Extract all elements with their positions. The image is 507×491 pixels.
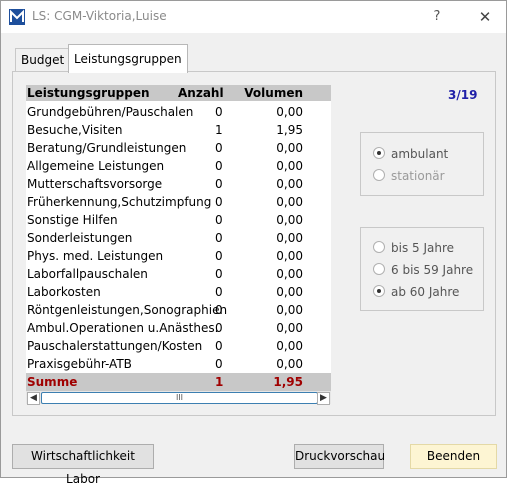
scroll-left-icon[interactable]: ◀: [27, 392, 40, 405]
row-count: 0: [215, 249, 223, 263]
row-name: Mutterschaftsvorsorge: [27, 177, 163, 191]
table-row[interactable]: Mutterschaftsvorsorge 0 0,00: [26, 175, 331, 193]
radio-label-ambulant: ambulant: [391, 147, 449, 161]
row-volume: 0,00: [276, 177, 303, 191]
radio-label-ab-60: ab 60 Jahre: [391, 285, 460, 299]
header-count[interactable]: Anzahl: [178, 85, 224, 101]
row-volume: 0,00: [276, 141, 303, 155]
row-volume: 0,00: [276, 195, 303, 209]
care-type-group: ambulant stationär: [360, 132, 484, 196]
sum-label: Summe: [27, 375, 78, 389]
finish-button[interactable]: Beenden: [410, 444, 497, 469]
table-row[interactable]: Sonstige Hilfen 0 0,00: [26, 211, 331, 229]
table-row[interactable]: Sonderleistungen 0 0,00: [26, 229, 331, 247]
table-row[interactable]: Röntgenleistungen,Sonographien 0 0,00: [26, 301, 331, 319]
row-count: 0: [215, 339, 223, 353]
radio-label-bis-5: bis 5 Jahre: [391, 241, 455, 255]
row-name: Pauschalerstattungen/Kosten: [27, 339, 203, 353]
row-volume: 1,95: [276, 123, 303, 137]
radio-dot-6-bis-59[interactable]: [373, 263, 385, 275]
print-preview-button[interactable]: Druckvorschau: [294, 444, 385, 469]
sum-volume: 1,95: [273, 375, 303, 389]
row-count: 1: [215, 123, 223, 137]
close-button[interactable]: ✕: [475, 7, 495, 27]
row-count: 0: [215, 321, 223, 335]
window-title: LS: CGM-Viktoria,Luise: [32, 9, 167, 23]
lab-economy-button[interactable]: Wirtschaftlichkeit Labor: [12, 444, 154, 486]
row-count: 0: [215, 213, 223, 227]
scroll-thumb[interactable]: III: [41, 392, 318, 404]
radio-dot-stationaer[interactable]: [373, 169, 385, 181]
row-name: Ambul.Operationen u.Anästhes.: [27, 321, 219, 335]
row-volume: 0,00: [276, 267, 303, 281]
title-bar: LS: CGM-Viktoria,Luise ? ✕: [1, 1, 506, 33]
row-count: 0: [215, 141, 223, 155]
app-logo-icon: [9, 9, 25, 25]
row-name: Grundgebühren/Pauschalen: [27, 105, 194, 119]
row-count: 0: [215, 357, 223, 371]
page-indicator: 3/19: [448, 88, 478, 102]
row-name: Phys. med. Leistungen: [27, 249, 164, 263]
help-button[interactable]: ?: [427, 7, 447, 27]
table-row[interactable]: Besuche,Visiten 1 1,95: [26, 121, 331, 139]
radio-label-6-bis-59: 6 bis 59 Jahre: [391, 263, 474, 277]
radio-dot-ambulant[interactable]: [373, 147, 385, 159]
row-count: 0: [215, 195, 223, 209]
row-name: Besuche,Visiten: [27, 123, 123, 137]
row-volume: 0,00: [276, 285, 303, 299]
sum-row: Summe 1 1,95: [26, 373, 331, 391]
tab-leistungsgruppen[interactable]: Leistungsgruppen: [68, 44, 188, 73]
row-volume: 0,00: [276, 321, 303, 335]
table-row[interactable]: Praxisgebühr-ATB 0 0,00: [26, 355, 331, 373]
row-count: 0: [215, 177, 223, 191]
radio-dot-ab-60[interactable]: [373, 285, 385, 297]
row-count: 0: [215, 303, 223, 317]
table-row[interactable]: Allgemeine Leistungen 0 0,00: [26, 157, 331, 175]
table-row[interactable]: Laborkosten 0 0,00: [26, 283, 331, 301]
row-volume: 0,00: [276, 105, 303, 119]
row-name: Sonderleistungen: [27, 231, 133, 245]
table-row[interactable]: Beratung/Grundleistungen 0 0,00: [26, 139, 331, 157]
header-volume[interactable]: Volumen: [244, 85, 303, 101]
table-row[interactable]: Grundgebühren/Pauschalen 0 0,00: [26, 103, 331, 121]
row-volume: 0,00: [276, 303, 303, 317]
row-volume: 0,00: [276, 249, 303, 263]
row-name: Sonstige Hilfen: [27, 213, 118, 227]
table-row[interactable]: Früherkennung,Schutzimpfung 0 0,00: [26, 193, 331, 211]
row-name: Beratung/Grundleistungen: [27, 141, 187, 155]
row-name: Röntgenleistungen,Sonographien: [27, 303, 228, 317]
service-group-table: Leistungsgruppen Anzahl Volumen Grundgeb…: [26, 85, 331, 391]
radio-dot-bis-5[interactable]: [373, 241, 385, 253]
row-count: 0: [215, 267, 223, 281]
row-name: Praxisgebühr-ATB: [27, 357, 132, 371]
row-name: Laborkosten: [27, 285, 101, 299]
row-count: 0: [215, 231, 223, 245]
table-row[interactable]: Pauschalerstattungen/Kosten 0 0,00: [26, 337, 331, 355]
dialog-window: LS: CGM-Viktoria,Luise ? ✕ Budget Leistu…: [0, 0, 507, 486]
age-group: bis 5 Jahre 6 bis 59 Jahre ab 60 Jahre: [360, 227, 484, 311]
sum-count: 1: [215, 375, 224, 389]
row-volume: 0,00: [276, 231, 303, 245]
row-name: Früherkennung,Schutzimpfung: [27, 195, 212, 209]
table-row[interactable]: Phys. med. Leistungen 0 0,00: [26, 247, 331, 265]
radio-label-stationaer: stationär: [391, 169, 445, 183]
table-row[interactable]: Laborfallpauschalen 0 0,00: [26, 265, 331, 283]
table-header: Leistungsgruppen Anzahl Volumen: [26, 85, 331, 101]
header-name[interactable]: Leistungsgruppen: [27, 85, 150, 101]
table-row[interactable]: Ambul.Operationen u.Anästhes. 0 0,00: [26, 319, 331, 337]
tab-budget[interactable]: Budget: [15, 48, 71, 71]
row-name: Laborfallpauschalen: [27, 267, 148, 281]
row-count: 0: [215, 159, 223, 173]
horizontal-scrollbar[interactable]: ◀ III ▶: [26, 391, 331, 405]
row-name: Allgemeine Leistungen: [27, 159, 165, 173]
row-count: 0: [215, 285, 223, 299]
row-volume: 0,00: [276, 339, 303, 353]
row-volume: 0,00: [276, 357, 303, 371]
scroll-right-icon[interactable]: ▶: [317, 392, 330, 405]
row-count: 0: [215, 105, 223, 119]
row-volume: 0,00: [276, 159, 303, 173]
row-volume: 0,00: [276, 213, 303, 227]
